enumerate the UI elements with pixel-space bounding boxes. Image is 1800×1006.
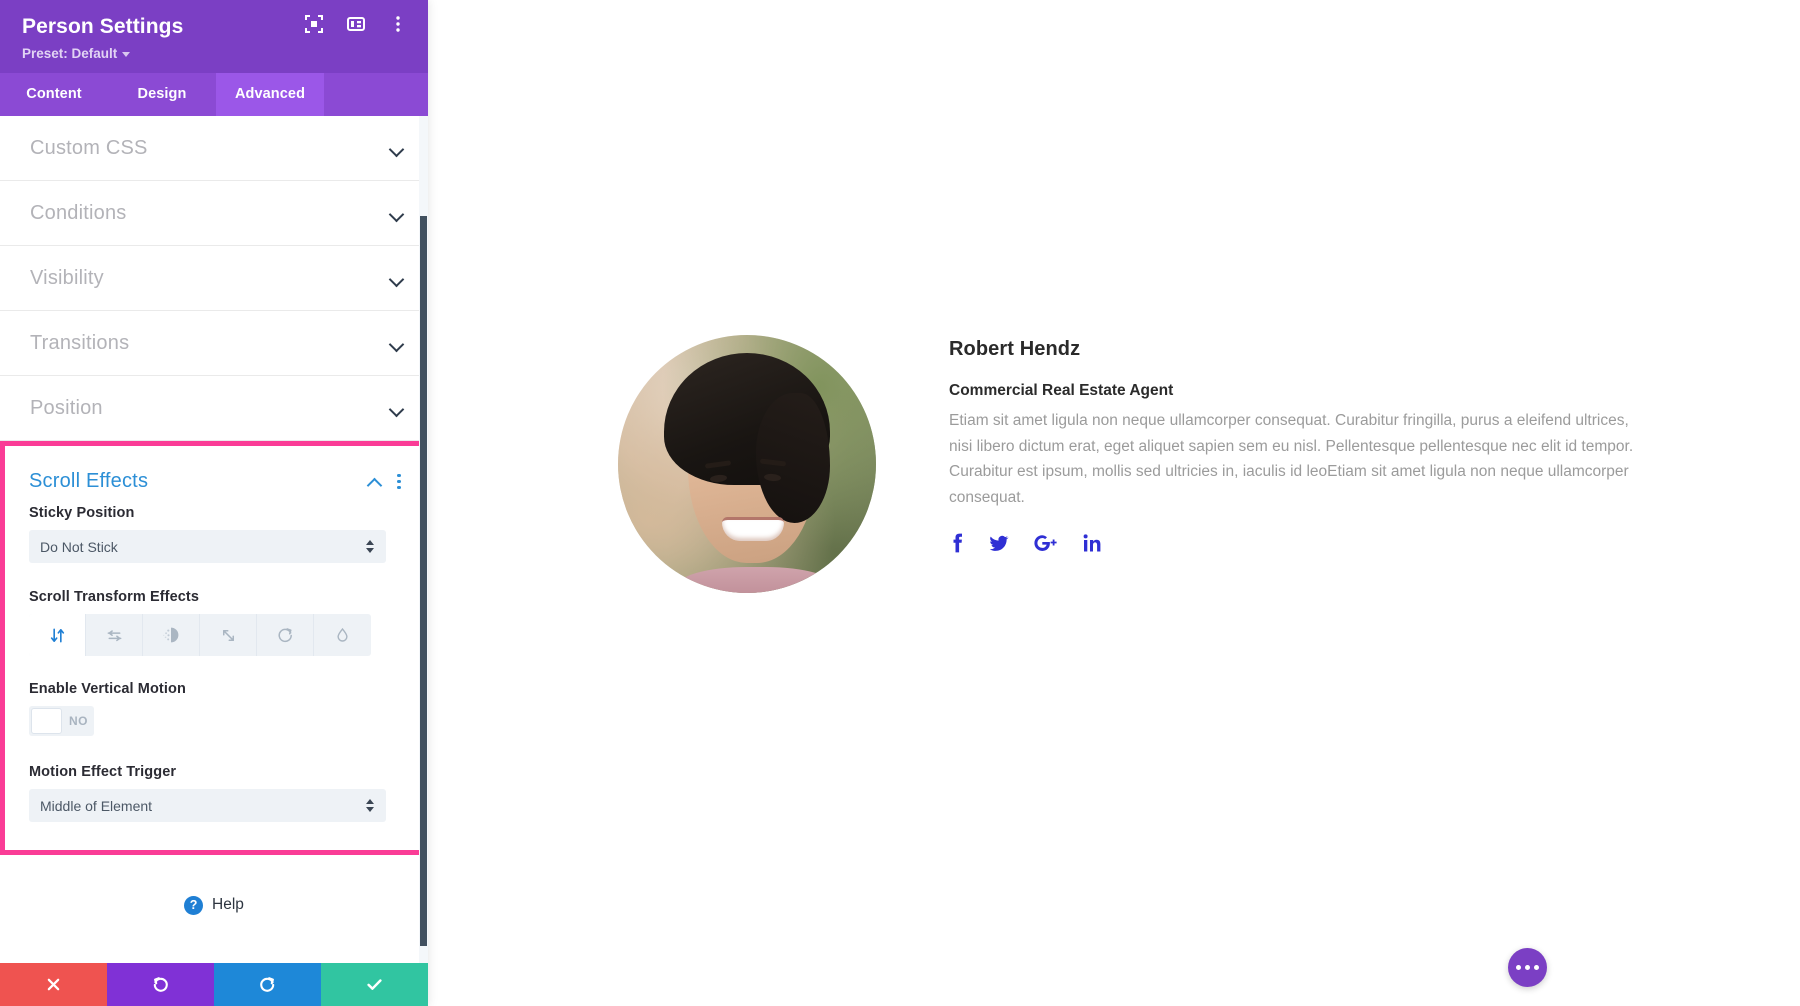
spinner-icon [366,540,374,553]
scrollbar-thumb[interactable] [420,216,427,946]
person-settings-panel: Person Settings Preset: Default [0,0,428,1006]
linkedin-icon[interactable] [1083,533,1101,553]
panel-header: Person Settings Preset: Default [0,0,428,73]
section-transitions[interactable]: Transitions [0,311,428,376]
chevron-up-icon[interactable] [367,477,383,487]
panel-scrollbar[interactable] [419,116,428,963]
cancel-button[interactable] [0,963,107,1006]
fullscreen-icon[interactable] [304,14,324,34]
google-plus-icon[interactable] [1034,533,1058,553]
field-label: Enable Vertical Motion [29,681,399,697]
section-label: Scroll Effects [29,470,148,493]
section-conditions[interactable]: Conditions [0,181,428,246]
undo-button[interactable] [107,963,214,1006]
scroll-effects-header-icons [367,474,401,489]
section-label: Custom CSS [30,137,148,160]
chevron-down-icon [390,339,404,348]
page-settings-fab[interactable] [1508,948,1547,987]
preset-label: Preset: Default [22,45,117,62]
chevron-down-icon [390,404,404,413]
panel-action-bar [0,963,428,1006]
section-position[interactable]: Position [0,376,428,441]
field-enable-vertical-motion: Enable Vertical Motion NO [5,681,423,739]
field-scroll-transform-effects: Scroll Transform Effects [5,589,423,656]
field-label: Sticky Position [29,505,399,521]
section-label: Position [30,397,103,420]
tab-advanced[interactable]: Advanced [216,73,324,116]
vertical-motion-icon[interactable] [29,614,86,656]
section-visibility[interactable]: Visibility [0,246,428,311]
save-button[interactable] [321,963,428,1006]
dot-icon [1525,965,1530,970]
preset-selector[interactable]: Preset: Default [22,45,130,62]
social-links [949,533,1641,553]
chevron-down-icon [390,274,404,283]
help-label: Help [212,896,244,914]
section-label: Transitions [30,332,129,355]
field-label: Motion Effect Trigger [29,764,399,780]
app-root: Person Settings Preset: Default [0,0,1800,1006]
field-sticky-position: Sticky Position Do Not Stick [5,505,423,563]
blur-icon[interactable] [314,614,371,656]
spinner-icon [366,799,374,812]
person-description: Etiam sit amet ligula non neque ullamcor… [949,408,1641,510]
horizontal-motion-icon[interactable] [86,614,143,656]
help-button[interactable]: ? Help [0,855,428,955]
dot-icon [1516,965,1521,970]
avatar-mouth [722,517,784,541]
avatar-hair-side [756,393,830,523]
dot-icon [1534,965,1539,970]
chevron-down-icon [390,144,404,153]
fading-in-out-icon[interactable] [143,614,200,656]
person-role: Commercial Real Estate Agent [949,382,1641,400]
help-icon: ? [184,896,203,915]
section-label: Conditions [30,202,127,225]
settings-sections: Custom CSS Conditions Visibility Transit… [0,116,428,955]
section-label: Visibility [30,267,104,290]
facebook-icon[interactable] [949,533,964,553]
person-module: Robert Hendz Commercial Real Estate Agen… [618,335,1738,593]
kebab-menu-icon[interactable] [397,474,401,489]
field-motion-effect-trigger: Motion Effect Trigger Middle of Element [5,764,423,850]
scroll-transform-effects-group [29,614,371,656]
tab-design[interactable]: Design [108,73,216,116]
section-custom-css[interactable]: Custom CSS [0,116,428,181]
avatar [618,335,876,593]
chevron-down-icon [390,209,404,218]
enable-vertical-motion-toggle[interactable]: NO [29,706,94,736]
toggle-knob [31,708,62,734]
tab-content[interactable]: Content [0,73,108,116]
toggle-value: NO [64,714,88,728]
scroll-effects-header[interactable]: Scroll Effects [5,446,423,505]
kebab-menu-icon[interactable] [388,14,408,34]
section-scroll-effects: Scroll Effects Sticky Position Do Not St… [0,441,428,855]
redo-button[interactable] [214,963,321,1006]
panel-layout-icon[interactable] [346,14,366,34]
scaling-up-down-icon[interactable] [200,614,257,656]
rotating-icon[interactable] [257,614,314,656]
panel-scroll-body: Custom CSS Conditions Visibility Transit… [0,116,428,963]
chevron-down-icon [122,52,130,57]
field-label: Scroll Transform Effects [29,589,399,605]
header-icon-group [304,14,408,34]
page-canvas: Robert Hendz Commercial Real Estate Agen… [428,0,1800,1006]
sticky-position-value: Do Not Stick [40,539,118,555]
person-text-block: Robert Hendz Commercial Real Estate Agen… [949,335,1641,553]
person-name: Robert Hendz [949,338,1641,361]
sticky-position-select[interactable]: Do Not Stick [29,530,386,563]
twitter-icon[interactable] [989,533,1009,553]
motion-effect-trigger-value: Middle of Element [40,798,152,814]
motion-effect-trigger-select[interactable]: Middle of Element [29,789,386,822]
panel-tabs: Content Design Advanced [0,73,428,116]
